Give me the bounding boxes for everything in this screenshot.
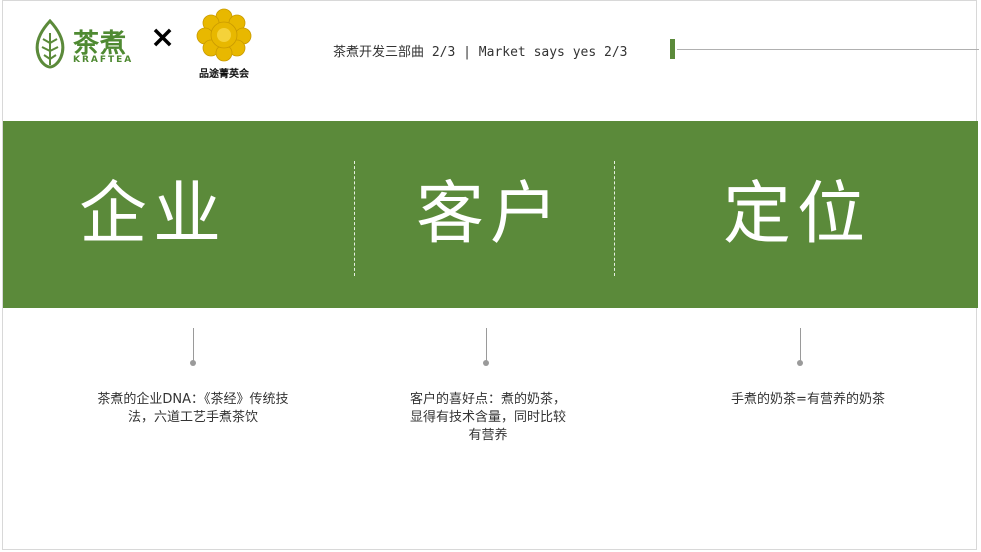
connector-line bbox=[486, 328, 487, 362]
pillar-divider bbox=[614, 161, 615, 276]
slide: 茶煮 KRAFTEA × 品途菁英会 茶煮开发三部曲 2/3 | Market … bbox=[2, 0, 979, 550]
pillar-title-enterprise: 企业 bbox=[79, 175, 228, 254]
cross-separator: × bbox=[150, 20, 176, 55]
pillar-title-positioning: 定位 bbox=[723, 175, 872, 254]
connector-dot bbox=[797, 360, 803, 366]
brand-name-en: KRAFTEA bbox=[73, 55, 134, 65]
connector-dot bbox=[483, 360, 489, 366]
leaf-logo-icon bbox=[35, 19, 65, 69]
positioning-description: 手煮的奶茶=有营养的奶茶 bbox=[731, 392, 885, 407]
flower-logo-icon bbox=[196, 8, 252, 62]
connector-line bbox=[800, 328, 801, 362]
pillar-divider bbox=[354, 161, 355, 276]
section-title: 茶煮开发三部曲 2/3 | Market says yes 2/3 bbox=[333, 45, 628, 60]
pintu-logo: 品途菁英会 bbox=[193, 7, 255, 80]
title-rule bbox=[677, 49, 979, 50]
kraftea-logo: 茶煮 KRAFTEA bbox=[33, 19, 143, 69]
partner-name: 品途菁英会 bbox=[199, 69, 249, 80]
title-accent-bar bbox=[670, 39, 675, 59]
customer-description: 客户的喜好点：煮的奶茶，显得有技术含量，同时比较有营养 bbox=[409, 392, 566, 443]
enterprise-description: 茶煮的企业DNA：《茶经》传统技法，六道工艺手煮茶饮 bbox=[97, 392, 289, 425]
pillars-band: 企业 客户 定位 bbox=[3, 121, 978, 308]
pillar-title-customer: 客户 bbox=[416, 175, 565, 254]
connector-line bbox=[193, 328, 194, 362]
connector-dot bbox=[190, 360, 196, 366]
